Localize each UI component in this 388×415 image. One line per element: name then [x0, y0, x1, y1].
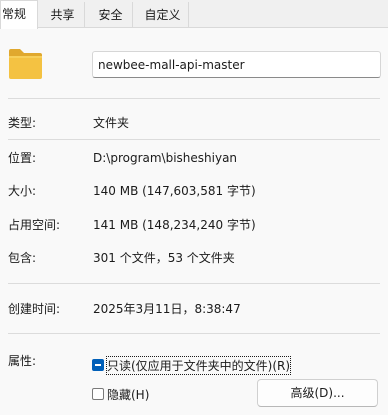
hidden-checkbox-label[interactable]: 隐藏(H): [107, 386, 149, 403]
divider: [8, 283, 380, 284]
created-label: 创建时间:: [8, 302, 61, 316]
location-value: D:\program\bisheshiyan: [93, 151, 238, 165]
tab-share[interactable]: 共享: [41, 2, 85, 28]
type-label: 类型:: [8, 116, 37, 130]
folder-name-input[interactable]: [92, 51, 381, 78]
size-on-disk-label: 占用空间:: [8, 218, 61, 232]
tab-bar: 常规 共享 安全 自定义: [0, 0, 388, 29]
hidden-checkbox-box[interactable]: [92, 388, 104, 400]
divider: [8, 333, 380, 334]
size-label: 大小:: [8, 184, 37, 198]
contains-label: 包含:: [8, 251, 37, 265]
attributes-label: 属性:: [8, 354, 37, 368]
type-value: 文件夹: [93, 116, 130, 130]
size-value: 140 MB (147,603,581 字节): [93, 184, 256, 198]
readonly-checkbox-label[interactable]: 只读(仅应用于文件夹中的文件)(R): [105, 355, 292, 375]
divider: [8, 139, 380, 140]
location-label: 位置:: [8, 151, 37, 165]
folder-icon: [9, 49, 42, 79]
contains-value: 301 个文件，53 个文件夹: [93, 251, 235, 265]
tab-security[interactable]: 安全: [89, 2, 133, 28]
tab-general[interactable]: 常规: [0, 0, 38, 29]
tab-custom[interactable]: 自定义: [137, 2, 189, 28]
readonly-checkbox-box[interactable]: [92, 359, 104, 371]
created-value: 2025年3月11日，8:38:47: [93, 302, 241, 316]
divider: [8, 98, 380, 99]
advanced-button[interactable]: 高级(D)...: [257, 379, 378, 407]
hidden-checkbox[interactable]: 隐藏(H): [92, 386, 149, 402]
readonly-checkbox[interactable]: 只读(仅应用于文件夹中的文件)(R): [92, 355, 292, 375]
size-on-disk-value: 141 MB (148,234,240 字节): [93, 218, 256, 232]
